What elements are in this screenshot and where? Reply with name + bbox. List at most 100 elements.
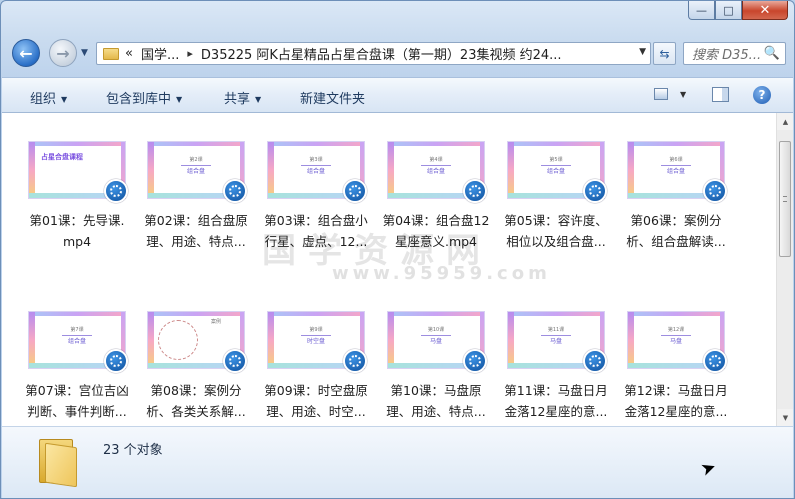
file-item[interactable]: 第4课组合盘第04课：组合盘12 星座意义.mp4	[377, 141, 495, 252]
organize-menu[interactable]: 组织 ▼	[30, 88, 67, 107]
search-placeholder: 搜索 D35...	[692, 48, 762, 63]
file-item[interactable]: 第11课马盘第11课：马盘日月 金落12星座的意...	[497, 311, 615, 422]
thumb-label: 第7课	[70, 327, 84, 333]
search-icon[interactable]: 🔍	[764, 46, 780, 61]
vertical-scrollbar[interactable]: ▲ ▼	[776, 113, 793, 426]
file-item[interactable]: 第12课马盘第12课：马盘日月 金落12星座的意...	[617, 311, 735, 422]
maximize-button[interactable]: □	[715, 1, 742, 20]
share-menu[interactable]: 共享 ▼	[224, 88, 261, 107]
grip-icon	[783, 196, 787, 202]
recent-pages-dropdown[interactable]: ▼	[81, 48, 88, 58]
explorer-window: — □ ✕ ← → ▼ « 国学... ▸ D35225 阿K占星精品占星合盘课…	[0, 0, 795, 499]
thumb-title: 组合盘	[546, 168, 565, 175]
help-icon[interactable]: ?	[753, 86, 771, 104]
file-name: 第02课：组合盘原 理、用途、特点...	[144, 213, 248, 249]
file-item[interactable]: 第7课组合盘第07课：宫位吉凶 判断、事件判断...	[18, 311, 136, 422]
thumb-label: 第11课	[547, 327, 565, 333]
folder-icon	[103, 47, 119, 60]
astrology-chart-icon	[158, 320, 198, 360]
include-in-library-menu[interactable]: 包含到库中 ▼	[106, 88, 182, 107]
file-name: 第12课：马盘日月 金落12星座的意...	[624, 383, 728, 419]
file-item[interactable]: 第5课组合盘第05课：容许度、 相位以及组合盘...	[497, 141, 615, 252]
item-count: 23 个对象	[103, 443, 163, 458]
file-name: 第11课：马盘日月 金落12星座的意...	[504, 383, 608, 419]
media-player-icon	[343, 349, 367, 373]
thumb-label: 第3课	[309, 157, 323, 163]
search-input[interactable]: 搜索 D35... 🔍	[683, 42, 786, 65]
thumb-title: 组合盘	[67, 338, 86, 345]
thumb-title: 组合盘	[666, 168, 685, 175]
breadcrumb-separator-icon[interactable]: ▸	[187, 47, 193, 60]
thumb-title: 时空盘	[306, 338, 325, 345]
thumb-title: 马盘	[429, 338, 442, 345]
preview-pane-icon[interactable]	[712, 87, 729, 102]
forward-button[interactable]: →	[49, 39, 77, 67]
file-name: 第05课：容许度、 相位以及组合盘...	[504, 213, 608, 249]
change-view-icon[interactable]	[654, 88, 668, 100]
thumb-label: 第9课	[309, 327, 323, 333]
back-button[interactable]: ←	[12, 39, 40, 67]
breadcrumb-current[interactable]: D35225 阿K占星精品占星合盘课（第一期）23集视频 约24...	[201, 44, 562, 63]
file-item[interactable]: 占星合盘课程第01课：先导课. mp4	[18, 141, 136, 252]
file-item[interactable]: 第2课组合盘第02课：组合盘原 理、用途、特点...	[137, 141, 255, 252]
breadcrumb-overflow[interactable]: «	[125, 46, 133, 61]
command-bar: 组织 ▼ 包含到库中 ▼ 共享 ▼ 新建文件夹 ▼ ?	[2, 77, 793, 113]
thumb-title: 马盘	[669, 338, 682, 345]
view-options-dropdown[interactable]: ▼	[680, 90, 686, 99]
refresh-button[interactable]: ⇆	[653, 42, 676, 65]
scroll-down-button[interactable]: ▼	[777, 409, 793, 426]
file-name: 第03课：组合盘小 行星、虚点、12...	[264, 213, 368, 249]
chevron-down-icon: ▼	[61, 95, 68, 104]
file-name: 第01课：先导课. mp4	[29, 213, 125, 249]
minimize-button[interactable]: —	[688, 1, 715, 20]
file-item[interactable]: 第6课组合盘第06课：案例分 析、组合盘解读...	[617, 141, 735, 252]
breadcrumb-item[interactable]: 国学...	[141, 44, 179, 63]
thumb-title: 马盘	[549, 338, 562, 345]
media-player-icon	[343, 179, 367, 203]
media-player-icon	[583, 349, 607, 373]
file-item[interactable]: 第9课时空盘第09课：时空盘原 理、用途、时空...	[257, 311, 375, 422]
address-bar[interactable]: « 国学... ▸ D35225 阿K占星精品占星合盘课（第一期）23集视频 约…	[96, 42, 651, 65]
thumb-title: 占星合盘课程	[41, 153, 83, 161]
chevron-down-icon: ▼	[255, 95, 262, 104]
watermark-url: www.95959.com	[332, 263, 551, 284]
media-player-icon	[104, 349, 128, 373]
file-name: 第04课：组合盘12 星座意义.mp4	[382, 213, 490, 249]
file-item[interactable]: 第3课组合盘第03课：组合盘小 行星、虚点、12...	[257, 141, 375, 252]
file-name: 第08课：案例分 析、各类关系解...	[146, 383, 246, 419]
details-pane: 23 个对象	[2, 426, 793, 498]
caption-buttons: — □ ✕	[688, 1, 788, 20]
media-player-icon	[104, 179, 128, 203]
media-player-icon	[463, 179, 487, 203]
media-player-icon	[703, 179, 727, 203]
file-name: 第10课：马盘原 理、用途、特点...	[386, 383, 486, 419]
thumb-label: 第10课	[427, 327, 445, 333]
file-name: 第09课：时空盘原 理、用途、时空...	[264, 383, 368, 419]
media-player-icon	[583, 179, 607, 203]
media-player-icon	[223, 179, 247, 203]
file-list[interactable]: 国学资源网 www.95959.com 占星合盘课程 第01课：先导课. mp4 第2…	[2, 113, 793, 426]
new-folder-button[interactable]: 新建文件夹	[300, 88, 365, 107]
file-item[interactable]: 案例第08课：案例分 析、各类关系解...	[137, 311, 255, 422]
thumb-title: 组合盘	[186, 168, 205, 175]
scroll-thumb[interactable]	[779, 141, 791, 257]
media-player-icon	[463, 349, 487, 373]
thumb-label: 第12课	[667, 327, 685, 333]
close-button[interactable]: ✕	[742, 1, 788, 20]
file-name: 第07课：宫位吉凶 判断、事件判断...	[25, 383, 129, 419]
thumb-label: 第6课	[669, 157, 683, 163]
address-dropdown[interactable]: ▼	[639, 47, 646, 57]
scroll-up-button[interactable]: ▲	[777, 113, 793, 130]
thumb-label: 第2课	[189, 157, 203, 163]
chevron-down-icon: ▼	[176, 95, 183, 104]
thumb-title: 组合盘	[306, 168, 325, 175]
thumb-label: 第4课	[429, 157, 443, 163]
folder-icon	[35, 435, 79, 488]
file-item[interactable]: 第10课马盘第10课：马盘原 理、用途、特点...	[377, 311, 495, 422]
media-player-icon	[703, 349, 727, 373]
media-player-icon	[223, 349, 247, 373]
thumb-label: 案例	[210, 319, 221, 325]
file-name: 第06课：案例分 析、组合盘解读...	[626, 213, 726, 249]
thumb-label: 第5课	[549, 157, 563, 163]
thumb-title: 组合盘	[426, 168, 445, 175]
